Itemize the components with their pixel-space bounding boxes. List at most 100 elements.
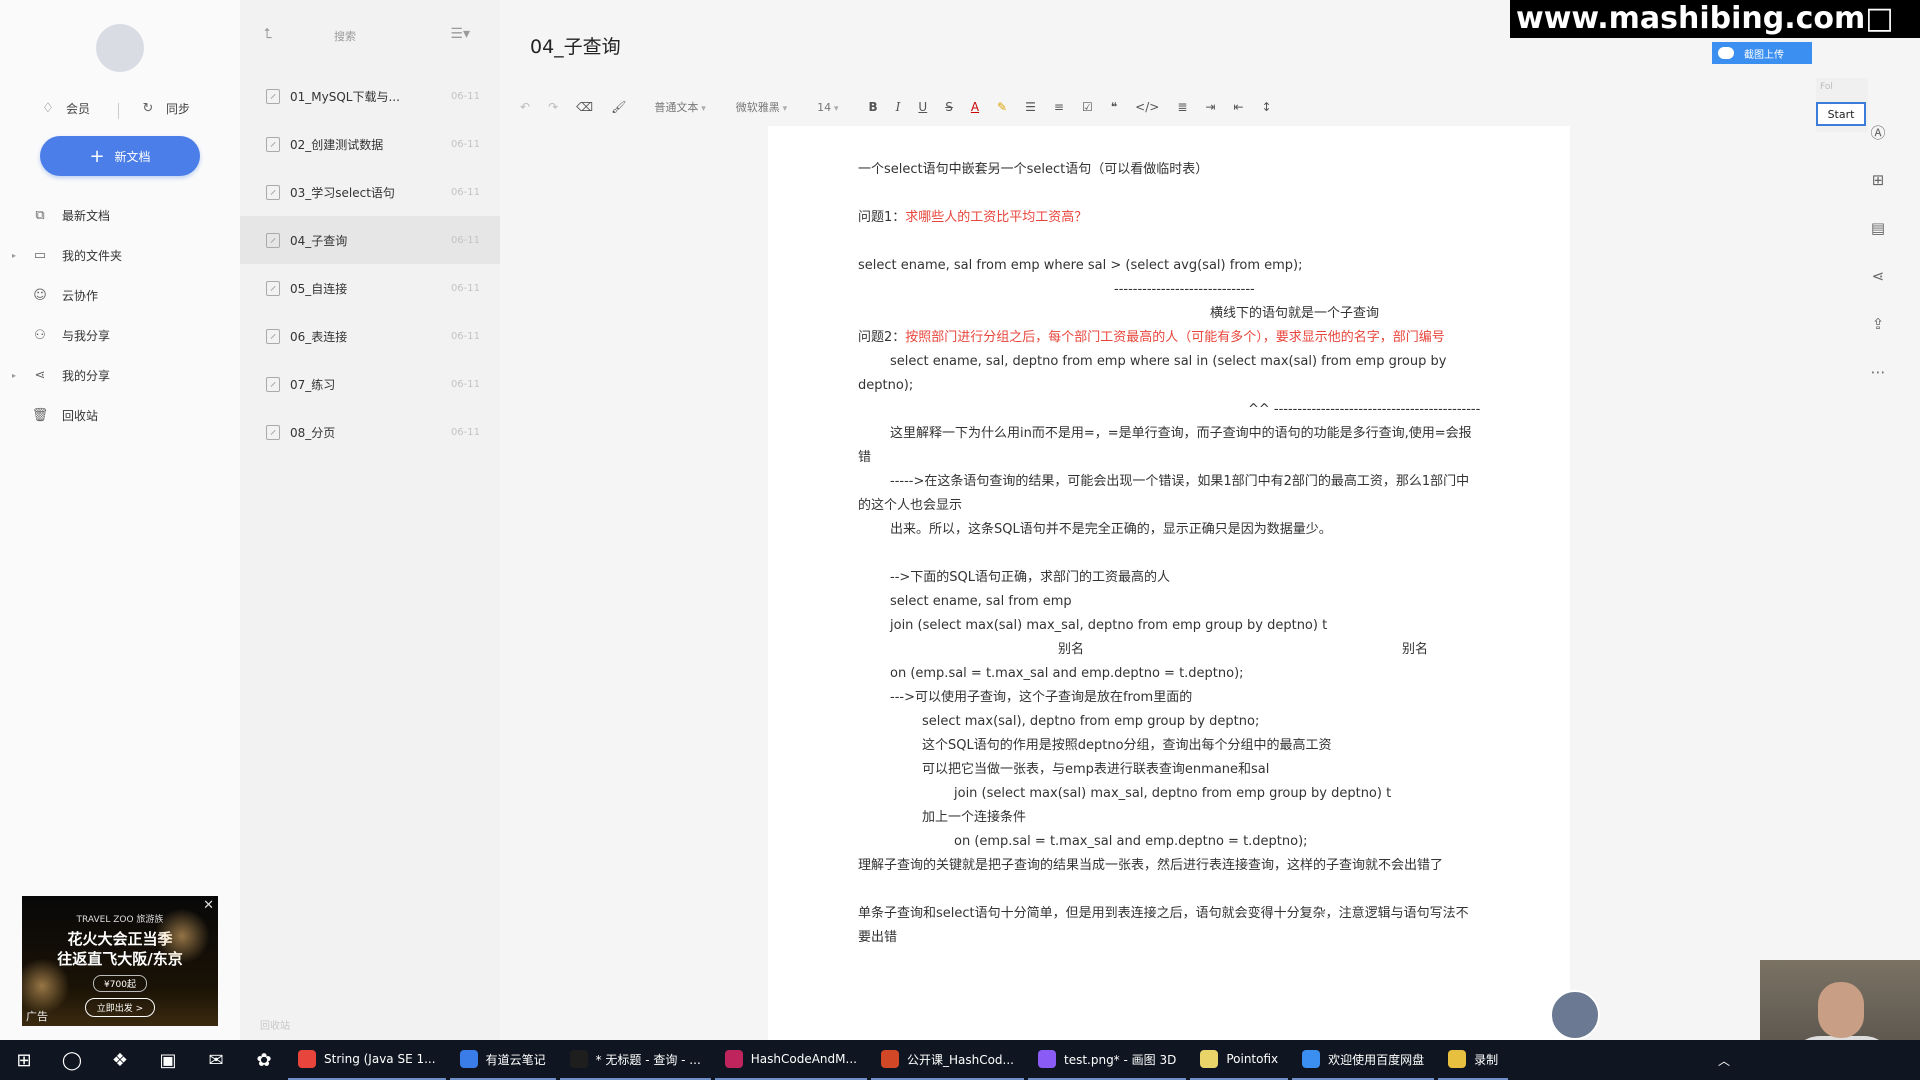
folder-icon: ▭ [33,247,47,263]
share-icon[interactable]: ⋖ [1868,252,1888,300]
pinned-app-icon[interactable]: ▣ [144,1040,192,1080]
sidebar-item[interactable]: ⧉ 最新文档 [0,195,240,235]
search-input[interactable]: 搜索 [334,28,356,44]
sidebar-nav: ⧉ 最新文档 ▸ ▭ 我的文件夹 ☺ 云协作 ⚇ 与我分享 ▸ ⋖ 我的分享 🗑 回收站 [0,195,240,435]
document-line: join (select max(sal) max_sal, deptno fr… [858,614,1480,638]
search-icon[interactable]: ◯ [48,1040,96,1080]
numbered-list-icon[interactable]: ≡ [1054,100,1064,114]
quote-icon[interactable]: ❝ [1111,100,1117,114]
taskbar-app[interactable]: HashCodeAndM... [714,1040,867,1080]
taskbar-app-label: 公开课_HashCod... [906,1052,1014,1067]
task-view-icon[interactable]: ❖ [96,1040,144,1080]
add-icon[interactable]: ⊞ [1868,156,1888,204]
start-button[interactable]: Start [1816,102,1866,126]
document-title: 02_创建测试数据 [290,137,384,152]
taskbar-app[interactable]: 公开课_HashCod... [870,1040,1024,1080]
font-size-select[interactable]: 14 [817,101,838,114]
redo-icon[interactable]: ↷ [548,100,558,114]
line-text: 理解子查询的关键就是把子查询的结果当成一张表，然后进行表连接查询，这样的子查询就… [858,858,1444,873]
document-line: on (emp.sal = t.max_sal and emp.deptno =… [858,830,1480,854]
list-item[interactable]: 07_练习 06-11 [240,360,500,408]
sync-icon: ↻ [142,101,154,116]
font-family-select[interactable]: 微软雅黑 [736,99,787,115]
text-icon[interactable]: Ⓐ [1868,108,1888,156]
document-date: 06-11 [450,234,480,246]
list-item[interactable]: 08_分页 06-11 [240,408,500,456]
document-list: 01_MySQL下载与... 06-11 02_创建测试数据 06-11 03_学习se… [240,72,500,456]
list-item[interactable]: 06_表连接 06-11 [240,312,500,360]
list-menu-icon[interactable]: ☰▾ [450,26,470,42]
indent-decrease-icon[interactable]: ⇤ [1233,100,1243,114]
system-tray[interactable]: ︿ [1718,1052,1920,1069]
back-icon[interactable]: ⮤ [264,26,272,42]
align-icon[interactable]: ≣ [1177,100,1187,114]
advertisement-banner[interactable]: ✕ TRAVEL ZOO 旅游族 花火大会正当季 往返直飞大阪/东京 ¥700起… [22,896,218,1026]
pinned-app-icon[interactable]: ✿ [240,1040,288,1080]
taskbar-app-label: 录制 [1474,1052,1499,1067]
taskbar-app[interactable]: 欢迎使用百度网盘 [1292,1040,1435,1080]
person-head [1818,982,1864,1038]
line-text: 一个select语句中嵌套另一个select语句（可以看做临时表） [858,162,1209,177]
document-page[interactable]: 一个select语句中嵌套另一个select语句（可以看做临时表） 问题1：求哪些… [768,126,1570,1040]
document-title: 03_学习select语句 [290,185,395,200]
taskbar-app[interactable]: test.png* - 画图 3D [1027,1040,1187,1080]
page-title[interactable]: 04_子查询 [530,32,621,59]
highlight-icon[interactable]: ✎ [997,100,1007,114]
doclist-footer[interactable]: 回收站 [260,1017,290,1032]
sidebar-item[interactable]: ☺ 云协作 [0,275,240,315]
new-document-button[interactable]: + 新文档 [40,136,200,176]
ad-cta-button[interactable]: 立即出发 > [85,998,155,1017]
bold-icon[interactable]: B [869,100,878,114]
italic-icon[interactable]: I [896,100,901,114]
line-text: 出来。所以，这条SQL语句并不是完全正确的，显示正确只是因为数据量少。 [890,522,1332,537]
taskbar-app[interactable]: 录制 [1438,1040,1509,1080]
taskbar-app[interactable]: 有道云笔记 [449,1040,556,1080]
checkbox-icon[interactable]: ☑ [1082,100,1093,114]
mail-icon[interactable]: ✉ [192,1040,240,1080]
taskbar-app-label: 有道云笔记 [485,1052,546,1067]
sidebar-item[interactable]: ▸ ▭ 我的文件夹 [0,235,240,275]
screenshot-upload-button[interactable]: 截图上传 [1712,42,1812,64]
list-item[interactable]: 05_自连接 06-11 [240,264,500,312]
sidebar-item[interactable]: ⚇ 与我分享 [0,315,240,355]
more-icon[interactable]: ⋯ [1868,348,1888,396]
export-icon[interactable]: ⇪ [1868,300,1888,348]
taskbar-app[interactable]: * 无标题 - 查询 - ... [559,1040,711,1080]
document-line: 横线下的语句就是一个子查询 [858,302,1480,326]
expand-caret-icon[interactable]: ▸ [12,251,16,260]
list-item[interactable]: 04_子查询 06-11 [240,216,500,264]
bulleted-list-icon[interactable]: ☰ [1025,100,1036,114]
sidebar-item[interactable]: 🗑 回收站 [0,395,240,435]
line-text: ^^ -------------------------------------… [1248,402,1481,417]
list-item[interactable]: 01_MySQL下载与... 06-11 [240,72,500,120]
taskbar-app[interactable]: String (Java SE 1... [288,1040,446,1080]
diamond-icon: ♢ [42,101,54,116]
sync-button[interactable]: ↻ 同步 [140,100,190,117]
taskbar-app[interactable]: Pointofix [1190,1040,1289,1080]
line-height-icon[interactable]: ↕ [1262,100,1272,114]
underline-icon[interactable]: U [918,100,927,114]
document-line: 这里解释一下为什么用in而不是用=，=是单行查询，而子查询中的语句的功能是多行查… [858,422,1480,470]
sidebar-item[interactable]: ▸ ⋖ 我的分享 [0,355,240,395]
undo-icon[interactable]: ↶ [520,100,530,114]
font-color-icon[interactable]: A [971,100,979,114]
paragraph-style-select[interactable]: 普通文本 [654,99,705,115]
strikethrough-icon[interactable]: S [945,100,953,114]
eraser-icon[interactable]: ⌫ [576,100,593,114]
avatar[interactable] [96,24,144,72]
member-button[interactable]: ♢ 会员 [40,100,90,117]
format-painter-icon[interactable]: 🖌 [611,100,626,114]
expand-caret-icon[interactable]: ▸ [12,371,16,380]
close-icon[interactable]: ✕ [203,898,214,913]
outline-icon[interactable]: ▤ [1868,204,1888,252]
windows-start-icon[interactable]: ⊞ [0,1040,48,1080]
document-line: 一个select语句中嵌套另一个select语句（可以看做临时表） [858,158,1480,182]
taskbar-app-label: Pointofix [1226,1052,1279,1066]
list-item[interactable]: 03_学习select语句 06-11 [240,168,500,216]
line-text: 别名 [1402,642,1429,657]
document-line: ------------------------------ [858,278,1480,302]
list-item[interactable]: 02_创建测试数据 06-11 [240,120,500,168]
avatar-bubble[interactable] [1550,990,1600,1040]
code-icon[interactable]: </> [1135,100,1159,114]
indent-increase-icon[interactable]: ⇥ [1205,100,1215,114]
